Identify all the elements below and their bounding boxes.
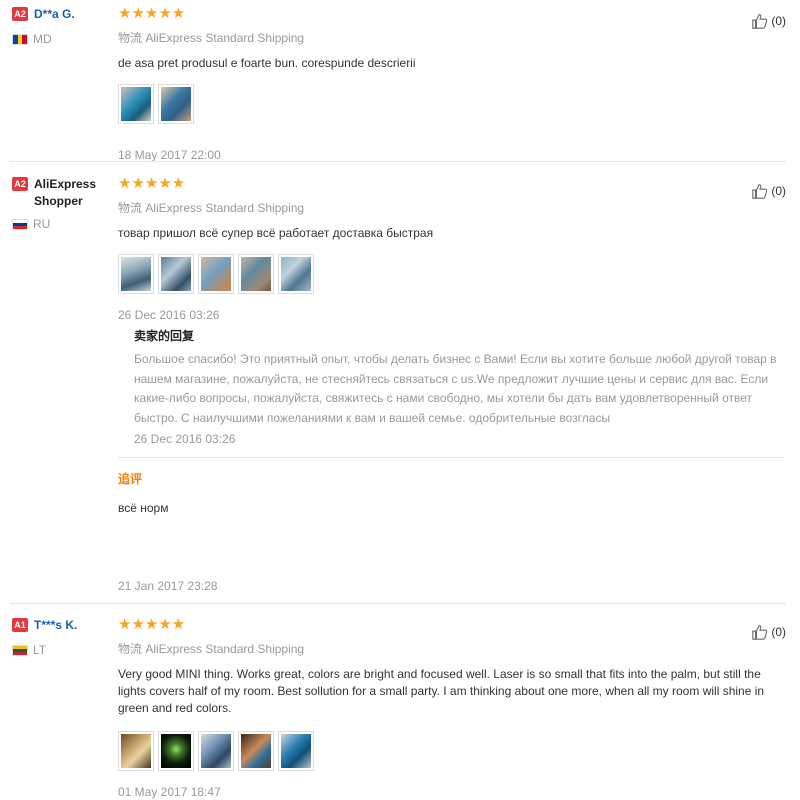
divider [10,603,786,604]
star-rating: ★★★★★ [118,616,186,633]
thumbs-up-icon [752,625,768,640]
additional-feedback-text: всё норм [118,501,169,515]
reviewer-country: RU [12,217,112,231]
review-item: A2 D**a G. MD ★★★★★ 物流 AliExpress Standa… [10,6,786,162]
seller-reply: 卖家的回复 Большое спасибо! Это приятный опыт… [134,327,784,446]
moldova-flag-icon [12,33,28,45]
country-code: MD [33,32,52,46]
like-count: (0) [771,625,786,639]
like-count: (0) [771,184,786,198]
review-photo[interactable] [118,731,154,771]
review-photo[interactable] [278,731,314,771]
review-date: 18 May 2017 22:00 [118,148,221,162]
russia-flag-icon [12,218,28,230]
like-button[interactable]: (0) [751,623,786,641]
divider [118,457,784,458]
like-count: (0) [771,14,786,28]
additional-feedback-date: 21 Jan 2017 23:28 [118,579,218,593]
reviewer-info: A2 D**a G. MD [12,6,112,46]
review-photo[interactable] [198,254,234,294]
review-photo[interactable] [158,254,194,294]
reviewer-info: A1 T***s K. LT [12,617,112,657]
like-button[interactable]: (0) [751,182,786,200]
additional-feedback-title: 追评 [118,472,143,486]
country-code: RU [33,217,51,231]
shipping-method: 物流 AliExpress Standard Shipping [118,642,305,656]
level-badge: A2 [12,7,28,21]
reviewer-name: AliExpress Shopper [34,177,97,208]
star-rating: ★★★★★ [118,5,186,22]
additional-feedback: 追评 всё норм 21 Jan 2017 23:28 [118,470,778,593]
review-body: ★★★★★ 物流 AliExpress Standard Shipping Ve… [118,616,764,799]
review-photo[interactable] [118,254,154,294]
review-photos [118,84,738,124]
review-body: ★★★★★ 物流 AliExpress Standard Shipping то… [118,176,738,322]
review-photos [118,731,738,771]
review-item: A1 T***s K. LT ★★★★★ 物流 AliExpress Stand… [10,616,786,799]
review-photos [118,254,738,294]
star-rating: ★★★★★ [118,175,186,192]
level-badge: A1 [12,618,28,632]
reviewer-country: MD [12,32,112,46]
seller-reply-date: 26 Dec 2016 03:26 [134,432,236,446]
review-photo[interactable] [198,731,234,771]
review-photo[interactable] [278,254,314,294]
seller-reply-title: 卖家的回复 [134,329,195,343]
seller-reply-text: Большое спасибо! Это приятный опыт, чтоб… [134,352,777,425]
review-text: товар пришол всё супер всё работает дост… [118,226,434,240]
review-text: Very good MINI thing. Works great, color… [118,667,765,715]
review-photo[interactable] [238,731,274,771]
review-date: 26 Dec 2016 03:26 [118,308,220,322]
reviewer-name[interactable]: T***s K. [34,617,77,634]
divider [10,161,786,162]
like-button[interactable]: (0) [751,12,786,30]
thumbs-up-icon [752,184,768,199]
review-photo[interactable] [118,84,154,124]
review-photo[interactable] [158,84,194,124]
review-body: ★★★★★ 物流 AliExpress Standard Shipping de… [118,6,738,162]
shipping-method: 物流 AliExpress Standard Shipping [118,31,305,45]
reviewer-name[interactable]: D**a G. [34,6,75,23]
reviewer-info: A2 AliExpress Shopper RU [12,176,112,231]
shipping-method: 物流 AliExpress Standard Shipping [118,201,305,215]
review-date: 01 May 2017 18:47 [118,785,221,799]
country-code: LT [33,643,47,657]
thumbs-up-icon [752,14,768,29]
review-photo[interactable] [238,254,274,294]
reviewer-country: LT [12,643,112,657]
review-photo[interactable] [158,731,194,771]
review-text: de asa pret produsul e foarte bun. cores… [118,56,416,70]
level-badge: A2 [12,177,28,191]
lithuania-flag-icon [12,644,28,656]
